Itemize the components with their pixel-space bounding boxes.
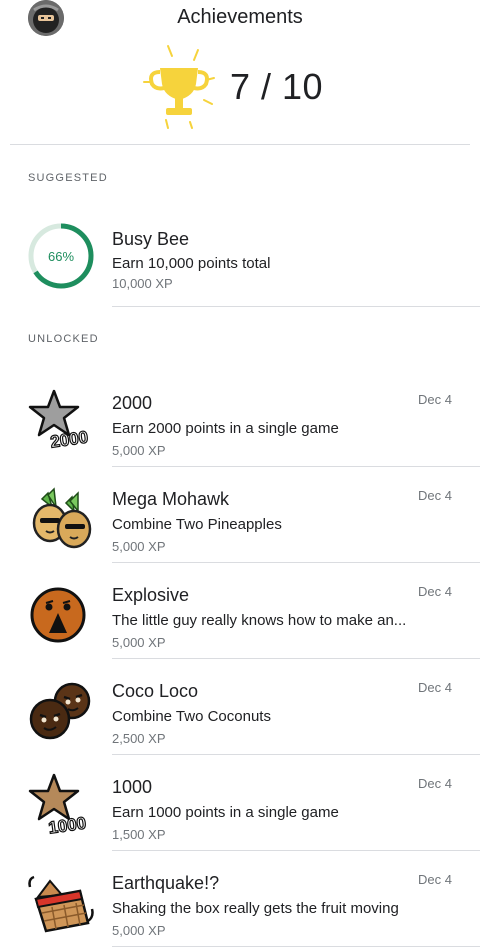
achievement-date: Dec 4 (418, 488, 452, 503)
row-divider (112, 306, 480, 307)
row-divider (112, 946, 480, 947)
achievement-explosive[interactable]: Explosive Dec 4 The little guy really kn… (0, 563, 480, 659)
achievement-name: Coco Loco (112, 681, 199, 701)
header-divider (10, 144, 470, 145)
achievement-description: Shaking the box really gets the fruit mo… (112, 900, 399, 917)
achievement-xp: 1,500 XP (112, 827, 166, 842)
achievement-xp: 10,000 XP (112, 276, 173, 291)
achievement-description: Earn 1000 points in a single game (112, 804, 339, 821)
achievement-1000[interactable]: 1000 1000 Dec 4 Earn 1000 points in a si… (0, 755, 480, 851)
achievement-xp: 2,500 XP (112, 731, 166, 746)
achievement-xp: 5,000 XP (112, 923, 166, 938)
achievement-mega-mohawk[interactable]: Mega Mohawk Dec 4 Combine Two Pineapples… (0, 467, 480, 563)
achievement-description: Earn 10,000 points total (112, 255, 271, 272)
achievement-coco-loco[interactable]: Coco Loco Dec 4 Combine Two Coconuts 2,5… (0, 659, 480, 755)
achievement-description: Combine Two Coconuts (112, 708, 271, 725)
achievement-name: Explosive (112, 585, 190, 605)
page-title: Achievements (177, 6, 303, 28)
progress-label: 66% (48, 249, 74, 264)
fruit-basket-icon (28, 869, 94, 935)
achievement-busy-bee[interactable]: 66% Busy Bee Earn 10,000 points total 10… (0, 211, 480, 307)
achievement-xp: 5,000 XP (112, 539, 166, 554)
coconuts-icon (28, 677, 94, 743)
pineapples-icon (28, 485, 94, 551)
achievement-score: 7 / 10 (230, 66, 324, 107)
achievement-xp: 5,000 XP (112, 635, 166, 650)
achievement-name: Busy Bee (112, 229, 190, 249)
achievement-date: Dec 4 (418, 392, 452, 407)
star-2000-icon: 2000 (28, 389, 94, 455)
star-badge-text: 1000 (47, 814, 87, 838)
achievement-name: 1000 (112, 777, 153, 797)
achievement-description: The little guy really knows how to make … (112, 612, 407, 629)
achievement-2000[interactable]: 2000 2000 Dec 4 Earn 2000 points in a si… (0, 371, 480, 467)
achievement-date: Dec 4 (418, 776, 452, 791)
achievement-name: Mega Mohawk (112, 489, 230, 509)
achievement-xp: 5,000 XP (112, 443, 166, 458)
achievement-date: Dec 4 (418, 872, 452, 887)
explosive-face-icon (28, 581, 94, 647)
progress-ring-icon: 66% (28, 223, 94, 289)
star-1000-icon: 1000 (28, 773, 94, 839)
achievement-name: Earthquake!? (112, 873, 220, 893)
section-suggested-label: SUGGESTED (28, 172, 108, 184)
achievement-name: 2000 (112, 393, 153, 413)
section-unlocked-label: UNLOCKED (28, 333, 99, 345)
trophy-icon (138, 42, 220, 130)
achievement-date: Dec 4 (418, 680, 452, 695)
achievement-description: Earn 2000 points in a single game (112, 420, 339, 437)
achievement-date: Dec 4 (418, 584, 452, 599)
achievement-earthquake[interactable]: Earthquake!? Dec 4 Shaking the box reall… (0, 851, 480, 947)
star-badge-text: 2000 (49, 428, 89, 452)
achievement-description: Combine Two Pineapples (112, 516, 282, 533)
